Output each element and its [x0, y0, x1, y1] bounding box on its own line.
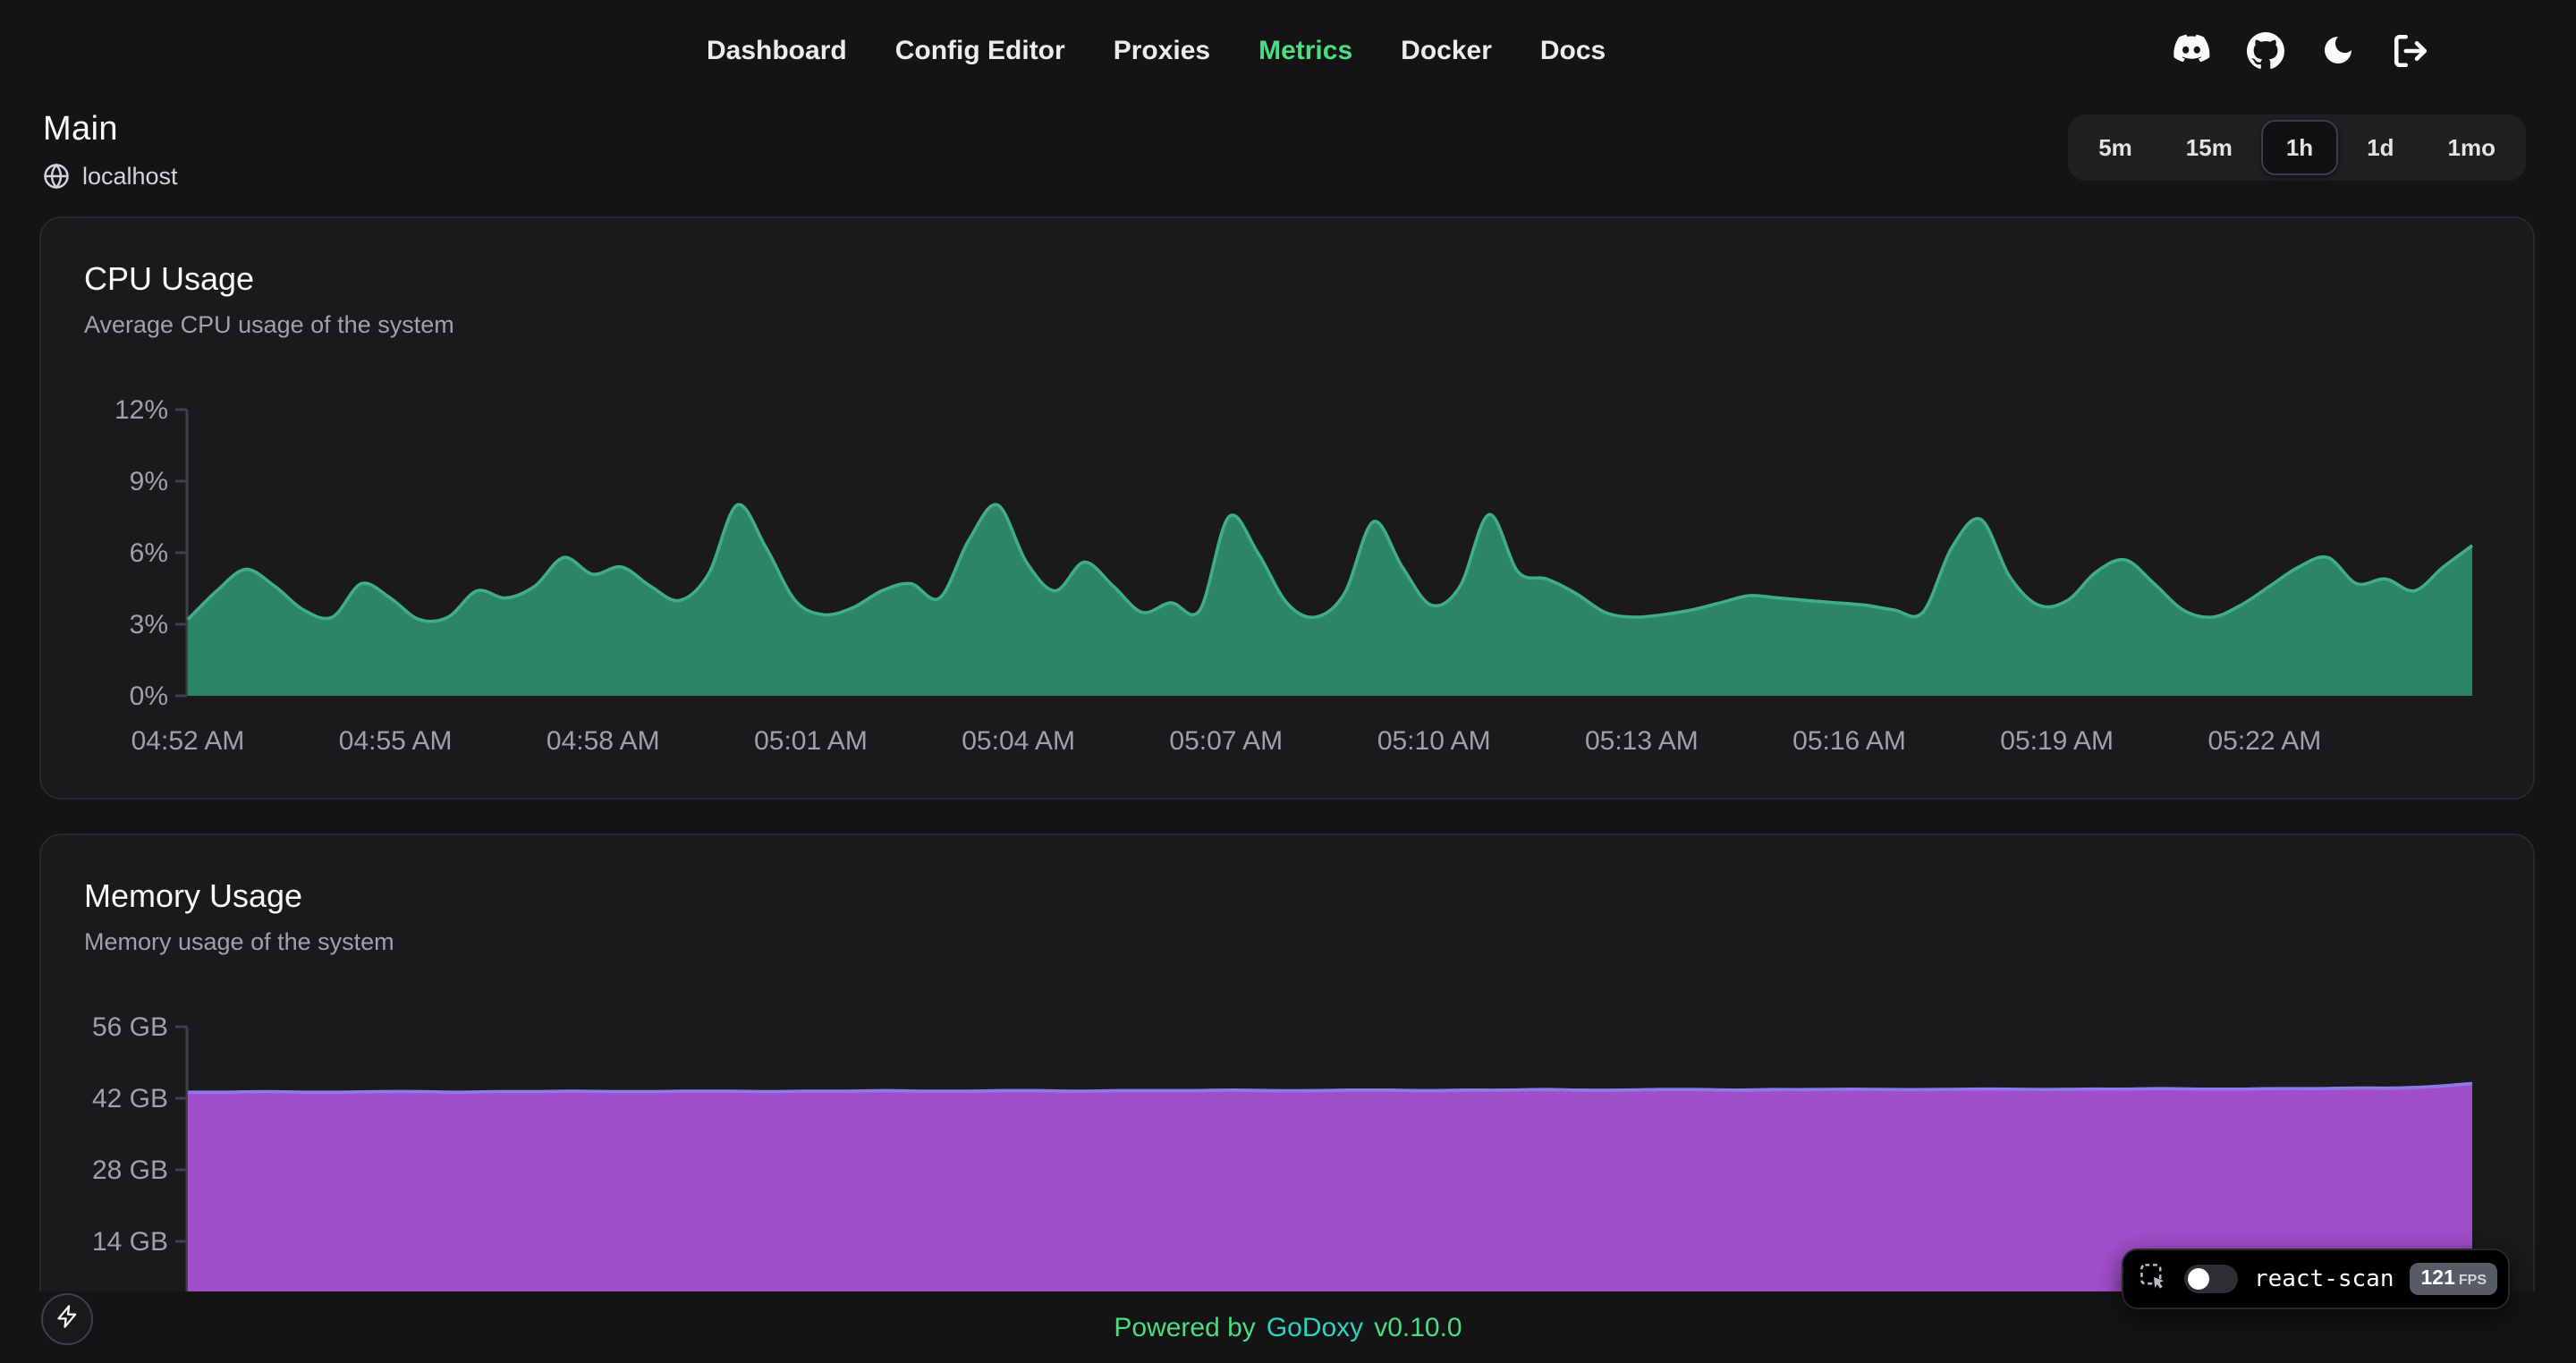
memory-card-subtitle: Memory usage of the system [84, 928, 2490, 955]
sub-header: Main localhost 5m 15m 1h 1d 1mo [0, 100, 2576, 190]
fps-unit: FPS [2459, 1272, 2487, 1288]
svg-text:05:19 AM: 05:19 AM [2000, 726, 2114, 753]
moon-icon [2320, 32, 2356, 68]
host-row: localhost [43, 163, 178, 190]
time-range-1d[interactable]: 1d [2342, 120, 2419, 175]
top-bar: Dashboard Config Editor Proxies Metrics … [0, 0, 2576, 100]
logout-icon [2392, 31, 2429, 69]
toggle-knob [2188, 1268, 2209, 1290]
cpu-usage-card: CPU Usage Average CPU usage of the syste… [39, 216, 2535, 800]
powered-by-label: Powered by [1114, 1312, 1255, 1342]
svg-text:56 GB: 56 GB [92, 1012, 168, 1042]
time-range-1mo[interactable]: 1mo [2423, 120, 2521, 175]
host-label: localhost [82, 163, 178, 190]
svg-text:6%: 6% [130, 538, 168, 568]
main-nav: Dashboard Config Editor Proxies Metrics … [707, 0, 1606, 100]
svg-text:05:04 AM: 05:04 AM [962, 726, 1075, 753]
svg-text:05:22 AM: 05:22 AM [2207, 726, 2321, 753]
discord-button[interactable] [2172, 34, 2211, 66]
time-range-selector: 5m 15m 1h 1d 1mo [2068, 114, 2526, 181]
time-range-5m[interactable]: 5m [2073, 120, 2157, 175]
nav-config-editor[interactable]: Config Editor [895, 35, 1065, 65]
nav-dashboard[interactable]: Dashboard [707, 35, 847, 65]
svg-text:12%: 12% [114, 395, 168, 425]
svg-text:05:01 AM: 05:01 AM [754, 726, 868, 753]
nav-metrics[interactable]: Metrics [1258, 35, 1352, 65]
fps-badge: 121 FPS [2411, 1263, 2498, 1295]
svg-text:28 GB: 28 GB [92, 1156, 168, 1185]
github-icon [2247, 31, 2284, 69]
nav-docs[interactable]: Docs [1540, 35, 1606, 65]
logout-button[interactable] [2392, 31, 2429, 69]
cpu-card-subtitle: Average CPU usage of the system [84, 311, 2490, 338]
svg-text:3%: 3% [130, 610, 168, 639]
cpu-card-title: CPU Usage [84, 261, 2490, 299]
memory-card-title: Memory Usage [84, 878, 2490, 916]
nav-proxies[interactable]: Proxies [1114, 35, 1210, 65]
page-title: Main [43, 111, 178, 150]
cpu-usage-chart: 0% 3% 6% 9% 12% 04:52 AM 04:55 AM 04:58 AM 05:01… [84, 363, 2490, 753]
header-icons [2172, 0, 2429, 100]
godoxy-app: Dashboard Config Editor Proxies Metrics … [0, 0, 2576, 1363]
react-scan-label: react-scan [2254, 1266, 2394, 1292]
lightning-bolt-icon [55, 1304, 80, 1334]
metrics-main: CPU Usage Average CPU usage of the syste… [0, 216, 2576, 1363]
globe-icon [43, 163, 70, 190]
version-label: v0.10.0 [1374, 1312, 1462, 1342]
theme-toggle-button[interactable] [2320, 32, 2356, 68]
svg-text:14 GB: 14 GB [92, 1227, 168, 1257]
svg-text:05:10 AM: 05:10 AM [1377, 726, 1491, 753]
svg-text:05:16 AM: 05:16 AM [1792, 726, 1906, 753]
svg-text:05:13 AM: 05:13 AM [1585, 726, 1699, 753]
inspect-button[interactable] [2140, 1262, 2168, 1296]
svg-text:05:07 AM: 05:07 AM [1169, 726, 1283, 753]
svg-text:04:52 AM: 04:52 AM [131, 726, 245, 753]
github-button[interactable] [2247, 31, 2284, 69]
time-range-1h[interactable]: 1h [2261, 120, 2338, 175]
fps-value: 121 [2421, 1268, 2455, 1290]
svg-text:9%: 9% [130, 467, 168, 496]
react-scan-toggle[interactable] [2184, 1265, 2238, 1293]
svg-text:42 GB: 42 GB [92, 1084, 168, 1113]
time-range-15m[interactable]: 15m [2161, 120, 2258, 175]
godoxy-link[interactable]: GoDoxy [1267, 1312, 1363, 1342]
svg-text:04:58 AM: 04:58 AM [547, 726, 660, 753]
discord-icon [2172, 34, 2211, 66]
title-block: Main localhost [43, 111, 178, 190]
nav-docker[interactable]: Docker [1401, 35, 1492, 65]
inspect-icon [2140, 1262, 2168, 1296]
react-scan-toolbar: react-scan 121 FPS [2122, 1249, 2510, 1309]
svg-text:04:55 AM: 04:55 AM [339, 726, 453, 753]
quick-actions-button[interactable] [41, 1293, 93, 1345]
svg-text:0%: 0% [130, 682, 168, 711]
